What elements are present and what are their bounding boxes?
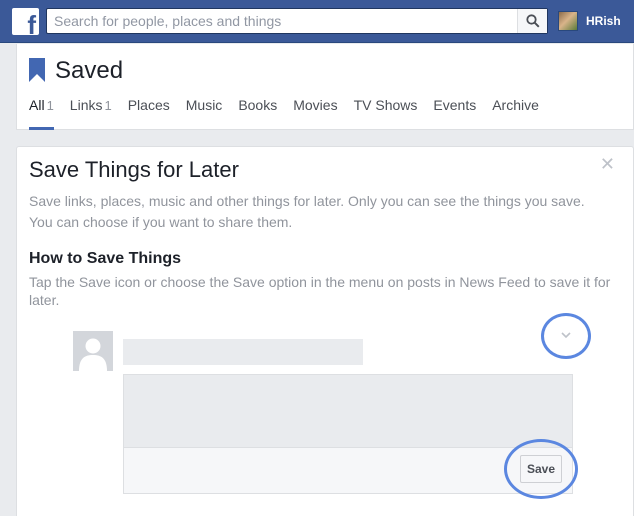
close-icon[interactable]: ✕ <box>600 155 615 173</box>
bookmark-icon <box>29 58 45 82</box>
facebook-logo-icon[interactable]: f <box>12 8 39 35</box>
tab-label: Places <box>127 97 170 113</box>
card-description: Save links, places, music and other thin… <box>29 193 585 230</box>
tab-all[interactable]: All 1 <box>29 97 54 130</box>
saved-tabs: All 1 Links 1 Places Music Books Movies TV Shows… <box>29 97 555 130</box>
tab-archive[interactable]: Archive <box>492 97 539 130</box>
placeholder-name-bar <box>123 339 363 365</box>
saved-header: Saved All 1 Links 1 Places Music Books Movies TV… <box>16 44 634 130</box>
save-things-card: ✕ Save Things for Later Save links, plac… <box>16 146 634 516</box>
placeholder-post-content <box>124 375 572 447</box>
top-navigation-bar: f HRish <box>0 0 634 43</box>
search-icon <box>526 14 540 28</box>
username-link[interactable]: HRish <box>586 14 621 28</box>
tab-tv-shows[interactable]: TV Shows <box>354 97 418 130</box>
tab-music[interactable]: Music <box>186 97 223 130</box>
tab-label: Movies <box>293 97 338 113</box>
tab-count: 1 <box>46 98 54 113</box>
how-to-description: Tap the Save icon or choose the Save opt… <box>29 274 611 308</box>
save-button[interactable]: Save <box>520 455 562 483</box>
tab-places[interactable]: Places <box>128 97 170 130</box>
tab-books[interactable]: Books <box>238 97 277 130</box>
tab-label: Music <box>185 97 223 113</box>
tab-label: All <box>29 97 45 113</box>
tab-label: Books <box>238 97 278 113</box>
tab-links[interactable]: Links 1 <box>70 97 112 130</box>
user-avatar[interactable] <box>558 11 578 31</box>
tab-label: Events <box>433 97 477 113</box>
search-button[interactable] <box>517 9 547 33</box>
tab-movies[interactable]: Movies <box>293 97 337 130</box>
page-title: Saved <box>55 57 124 84</box>
tab-label: Links <box>69 97 103 113</box>
tab-count: 1 <box>104 98 112 113</box>
how-to-title: How to Save Things <box>29 250 182 267</box>
search-box <box>46 8 548 34</box>
menu-highlight-circle <box>541 313 591 359</box>
tab-label: TV Shows <box>353 97 418 113</box>
search-input[interactable] <box>47 9 517 33</box>
chevron-down-icon <box>561 332 571 339</box>
card-title: Save Things for Later <box>29 157 239 182</box>
tab-events[interactable]: Events <box>433 97 476 130</box>
tab-label: Archive <box>492 97 539 113</box>
placeholder-avatar-icon <box>73 331 113 371</box>
